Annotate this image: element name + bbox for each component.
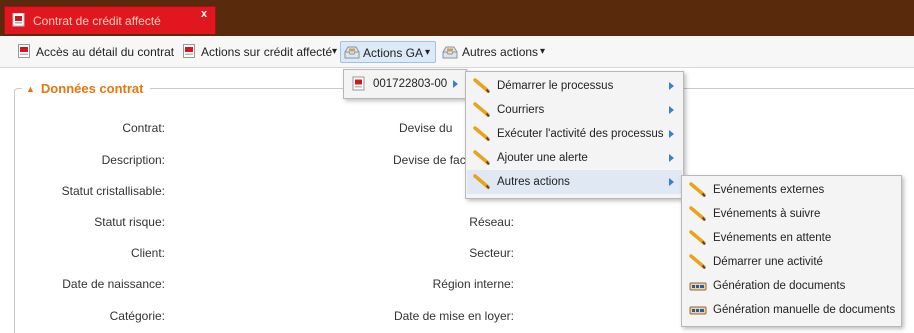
pencil-icon	[473, 174, 490, 190]
toolbar-acces-detail-contrat[interactable]: Accès au détail du contrat	[18, 42, 178, 62]
chevron-down-icon: ▾	[332, 46, 338, 57]
field-label-statut-cristallisable: Statut cristallisable:	[61, 184, 165, 198]
tab-title: Contrat de crédit affecté	[33, 14, 161, 28]
pdf-icon	[352, 76, 365, 91]
toolbar-item-label: Autres actions	[462, 45, 539, 59]
inbox-icon	[344, 46, 360, 59]
field-label-devise-facturation: Devise de fac	[393, 153, 466, 167]
menu-item-executer-activite[interactable]: Exécuter l'activité des processus	[467, 122, 682, 146]
field-label-categorie: Catégorie:	[109, 309, 165, 323]
toolbar-actions-credit-affecte[interactable]: Actions sur crédit affecté ▾	[183, 42, 343, 62]
menu-item-ajouter-alerte[interactable]: Ajouter une alerte	[467, 146, 682, 170]
menu-contrat: 001722803-00	[343, 69, 467, 99]
field-label-region-interne: Région interne:	[432, 277, 514, 291]
field-label-description: Description:	[101, 153, 165, 167]
toolbar-item-label: Accès au détail du contrat	[36, 45, 175, 59]
field-label-secteur: Secteur:	[469, 246, 514, 260]
pencil-icon	[473, 126, 490, 142]
pdf-icon	[18, 44, 30, 58]
pencil-icon	[689, 230, 706, 246]
menu-item-courriers[interactable]: Courriers	[467, 98, 682, 122]
section-title[interactable]: ▲ Données contrat	[22, 80, 150, 98]
menu-item-label: Courriers	[497, 104, 545, 116]
menu-item-contrat[interactable]: 001722803-00	[345, 72, 465, 96]
field-label-contrat: Contrat:	[122, 121, 165, 135]
menu-item-evenements-a-suivre[interactable]: Evénements à suivre	[683, 202, 900, 226]
close-icon[interactable]: x	[197, 7, 211, 21]
menu-item-evenements-en-attente[interactable]: Evénements en attente	[683, 226, 900, 250]
chevron-down-icon: ▾	[540, 46, 546, 57]
toolbar-actions-ga[interactable]: Actions GA ▾	[340, 41, 436, 63]
submenu-arrow-icon	[669, 106, 674, 114]
submenu-arrow-icon	[669, 130, 674, 138]
field-label-date-naissance: Date de naissance:	[62, 277, 165, 291]
menu-item-label: Génération de documents	[713, 280, 846, 292]
field-label-date-mise-en-loyer: Date de mise en loyer:	[393, 309, 514, 323]
toolbar-item-label: Actions sur crédit affecté	[201, 45, 333, 59]
menu-item-evenements-externes[interactable]: Evénements externes	[683, 178, 900, 202]
pencil-icon	[473, 78, 490, 94]
menu-actions-ga: Démarrer le processus Courriers Exécuter…	[465, 71, 684, 199]
pencil-icon	[473, 102, 490, 118]
menu-item-label: Génération manuelle de documents	[713, 304, 896, 316]
menu-item-label: Démarrer une activité	[713, 256, 823, 268]
menu-item-demarrer-processus[interactable]: Démarrer le processus	[467, 74, 682, 98]
submenu-arrow-icon	[669, 82, 674, 90]
pdf-icon	[12, 13, 25, 27]
document-generate-icon	[689, 282, 707, 291]
submenu-arrow-icon	[453, 80, 458, 88]
pencil-icon	[689, 182, 706, 198]
menu-item-label: Exécuter l'activité des processus	[497, 128, 664, 140]
toolbar: Accès au détail du contrat Actions sur c…	[0, 36, 914, 68]
field-label-client: Client:	[130, 246, 165, 260]
field-label-devise: Devise du	[399, 121, 453, 135]
pencil-icon	[689, 254, 706, 270]
menu-item-label: 001722803-00	[373, 78, 448, 90]
window-title-bar: Contrat de crédit affecté x	[0, 0, 914, 36]
tab-contrat-credit-affecte[interactable]: Contrat de crédit affecté x	[4, 6, 216, 34]
toolbar-autres-actions[interactable]: Autres actions ▾	[442, 42, 552, 62]
menu-item-label: Autres actions	[497, 176, 570, 188]
submenu-arrow-icon	[669, 154, 674, 162]
menu-item-autres-actions[interactable]: Autres actions	[467, 170, 682, 194]
menu-item-label: Evénements externes	[713, 184, 825, 196]
menu-item-generation-manuelle-documents[interactable]: Génération manuelle de documents	[683, 298, 900, 322]
menu-item-label: Ajouter une alerte	[497, 152, 588, 164]
menu-item-label: Evénements en attente	[713, 232, 832, 244]
menu-item-demarrer-activite[interactable]: Démarrer une activité	[683, 250, 900, 274]
pencil-icon	[473, 150, 490, 166]
menu-item-label: Evénements à suivre	[713, 208, 821, 220]
menu-item-label: Démarrer le processus	[497, 80, 614, 92]
pdf-icon	[183, 44, 195, 58]
menu-item-generation-documents[interactable]: Génération de documents	[683, 274, 900, 298]
submenu-arrow-icon	[669, 178, 674, 186]
section-title-text: Données contrat	[40, 81, 144, 96]
collapse-icon[interactable]: ▲	[26, 84, 35, 94]
field-label-reseau: Réseau:	[469, 215, 514, 229]
menu-autres-actions: Evénements externes Evénements à suivre …	[681, 175, 902, 327]
inbox-icon	[442, 46, 458, 59]
field-label-statut-risque: Statut risque:	[94, 215, 165, 229]
chevron-down-icon: ▾	[425, 47, 431, 58]
document-generate-icon	[689, 306, 707, 315]
pencil-icon	[689, 206, 706, 222]
toolbar-item-label: Actions GA	[363, 46, 424, 60]
